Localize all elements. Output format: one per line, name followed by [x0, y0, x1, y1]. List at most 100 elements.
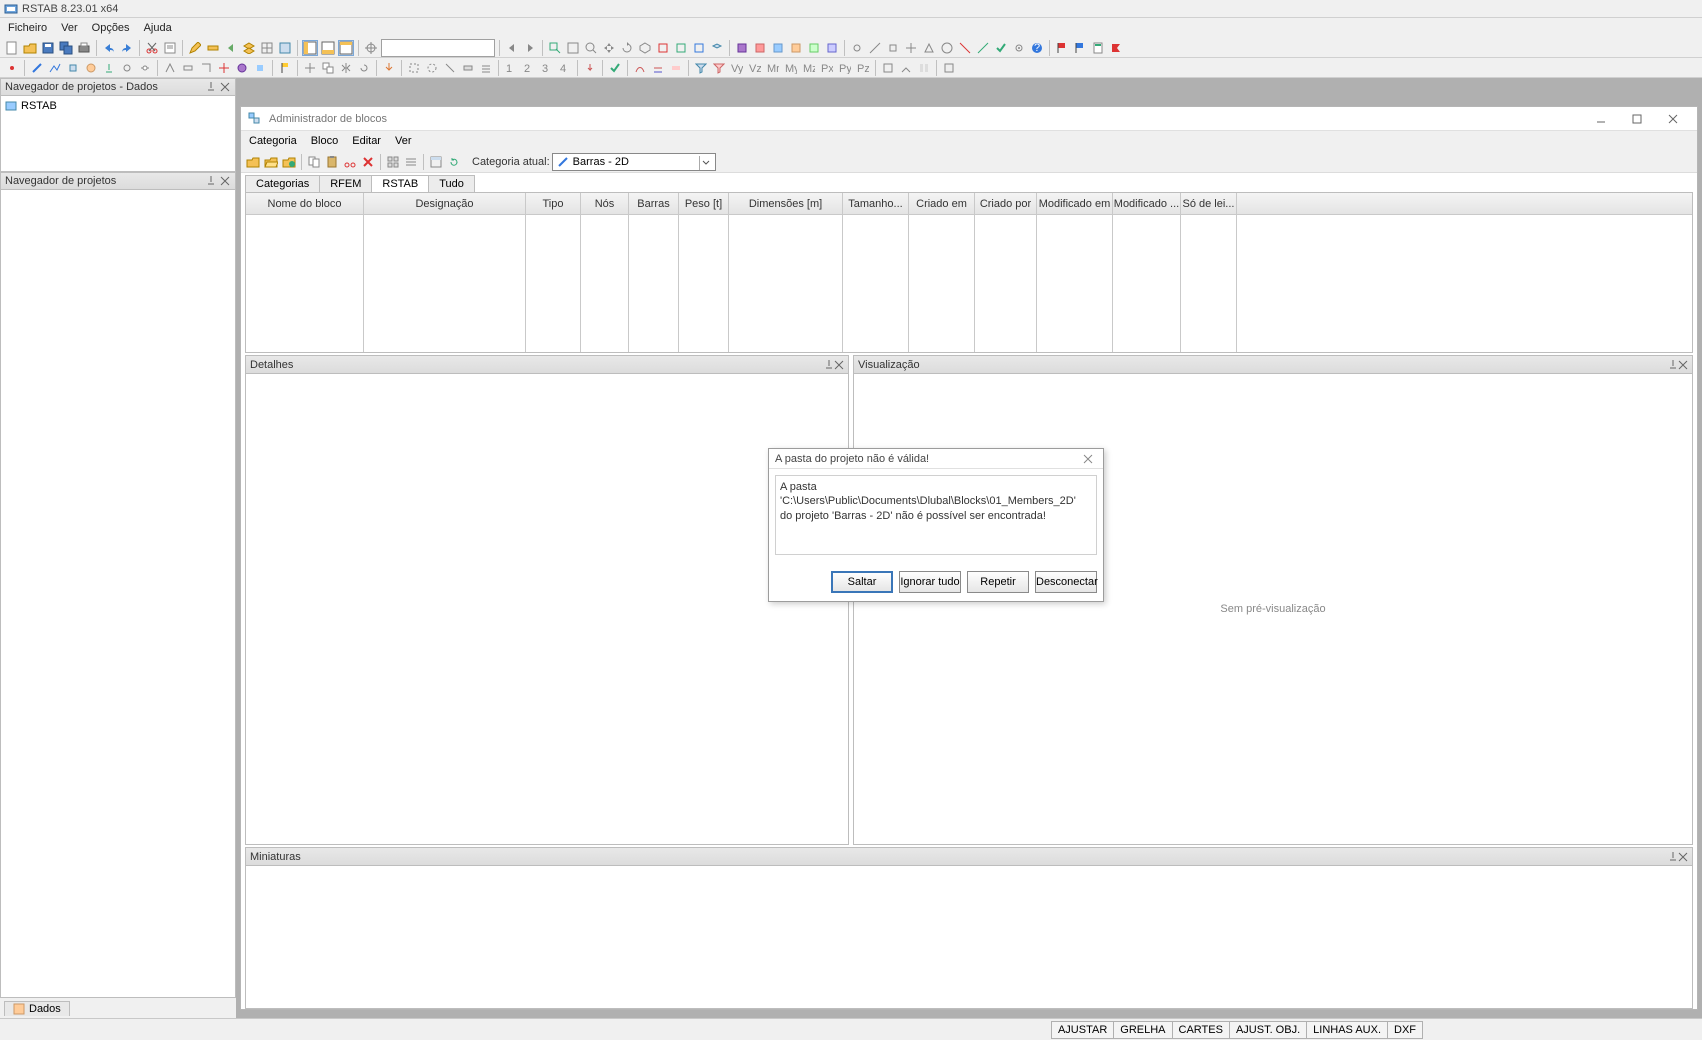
- layers-icon[interactable]: [241, 40, 257, 56]
- num-2-icon[interactable]: 2: [521, 60, 537, 76]
- sel-4-icon[interactable]: [460, 60, 476, 76]
- render-3-icon[interactable]: [770, 40, 786, 56]
- column-header[interactable]: Modificado em: [1037, 193, 1113, 214]
- pz-label-icon[interactable]: Pz: [855, 60, 871, 76]
- filter-2-icon[interactable]: [711, 60, 727, 76]
- status-ajustar[interactable]: AJUSTAR: [1051, 1021, 1114, 1039]
- close-icon[interactable]: [219, 81, 231, 93]
- snap-4-icon[interactable]: [903, 40, 919, 56]
- calc-icon[interactable]: [1090, 40, 1106, 56]
- snap-6-icon[interactable]: [939, 40, 955, 56]
- view-y-icon[interactable]: [673, 40, 689, 56]
- snap-1-icon[interactable]: [849, 40, 865, 56]
- zoom-window-icon[interactable]: [547, 40, 563, 56]
- close-button[interactable]: [1655, 109, 1691, 129]
- pin-icon[interactable]: [205, 175, 217, 187]
- origin-icon[interactable]: [363, 40, 379, 56]
- render-4-icon[interactable]: [788, 40, 804, 56]
- column-header[interactable]: Modificado ...: [1113, 193, 1181, 214]
- flag-blue-icon[interactable]: [1072, 40, 1088, 56]
- vz-label-icon[interactable]: Vz: [747, 60, 763, 76]
- close-icon[interactable]: [219, 175, 231, 187]
- menu-ver[interactable]: Ver: [61, 22, 78, 34]
- prev-arrow-icon[interactable]: [504, 40, 520, 56]
- snap-3-icon[interactable]: [885, 40, 901, 56]
- column-header[interactable]: Designação: [364, 193, 526, 214]
- column-header[interactable]: Tipo: [526, 193, 581, 214]
- copy2-icon[interactable]: [306, 154, 322, 170]
- res-1-icon[interactable]: [632, 60, 648, 76]
- view-bottom-pane-icon[interactable]: [320, 40, 336, 56]
- render-5-icon[interactable]: [806, 40, 822, 56]
- sel-1-icon[interactable]: [406, 60, 422, 76]
- retry-button[interactable]: Repetir: [967, 571, 1029, 593]
- redo-icon[interactable]: [119, 40, 135, 56]
- help-icon[interactable]: ?: [1029, 40, 1045, 56]
- print-icon[interactable]: [76, 40, 92, 56]
- flag-red-icon[interactable]: [1054, 40, 1070, 56]
- grid-icon[interactable]: [259, 40, 275, 56]
- rotate2-icon[interactable]: [356, 60, 372, 76]
- res-3-icon[interactable]: [668, 60, 684, 76]
- disconnect-button[interactable]: Desconectar: [1035, 571, 1097, 593]
- copy-icon[interactable]: [320, 60, 336, 76]
- status-linhas-aux[interactable]: LINHAS AUX.: [1306, 1021, 1388, 1039]
- view-left-pane-icon[interactable]: [302, 40, 318, 56]
- support-icon[interactable]: [101, 60, 117, 76]
- flag-icon[interactable]: [277, 60, 293, 76]
- member-icon[interactable]: [29, 60, 45, 76]
- check-green-icon[interactable]: [607, 60, 623, 76]
- close-icon[interactable]: [1079, 451, 1097, 467]
- gear-icon[interactable]: [1011, 40, 1027, 56]
- save-all-icon[interactable]: [58, 40, 74, 56]
- release-icon[interactable]: [137, 60, 153, 76]
- delete-icon[interactable]: [360, 154, 376, 170]
- rotate-icon[interactable]: [619, 40, 635, 56]
- tool-d-icon[interactable]: [216, 60, 232, 76]
- material-icon[interactable]: [83, 60, 99, 76]
- tile-icon[interactable]: [385, 154, 401, 170]
- save-icon[interactable]: [40, 40, 56, 56]
- status-ajust-obj[interactable]: AJUST. OBJ.: [1229, 1021, 1307, 1039]
- tab-rfem[interactable]: RFEM: [319, 175, 372, 192]
- mirror-icon[interactable]: [338, 60, 354, 76]
- tool-f-icon[interactable]: [252, 60, 268, 76]
- my-label-icon[interactable]: My: [783, 60, 799, 76]
- render-1-icon[interactable]: [734, 40, 750, 56]
- column-header[interactable]: Só de lei...: [1181, 193, 1237, 214]
- folder-new-icon[interactable]: [245, 154, 261, 170]
- sel-3-icon[interactable]: [442, 60, 458, 76]
- snap-5-icon[interactable]: [921, 40, 937, 56]
- status-cartes[interactable]: CARTES: [1172, 1021, 1230, 1039]
- measure-icon[interactable]: [205, 40, 221, 56]
- folder-open-icon[interactable]: [263, 154, 279, 170]
- extra-1-icon[interactable]: [880, 60, 896, 76]
- tab-dados[interactable]: Dados: [4, 1001, 70, 1016]
- next-arrow-icon[interactable]: [522, 40, 538, 56]
- column-header[interactable]: Peso [t]: [679, 193, 729, 214]
- view-table-icon[interactable]: [338, 40, 354, 56]
- column-header[interactable]: Nós: [581, 193, 629, 214]
- section-icon[interactable]: [65, 60, 81, 76]
- column-header[interactable]: Barras: [629, 193, 679, 214]
- iso-view-icon[interactable]: [637, 40, 653, 56]
- column-header[interactable]: Dimensões [m]: [729, 193, 843, 214]
- snap-7-icon[interactable]: [957, 40, 973, 56]
- column-header[interactable]: Criado em: [909, 193, 975, 214]
- mt-label-icon[interactable]: Mr: [765, 60, 781, 76]
- px-label-icon[interactable]: Px: [819, 60, 835, 76]
- close-icon[interactable]: [1678, 360, 1688, 370]
- pan-icon[interactable]: [601, 40, 617, 56]
- pin-icon[interactable]: [1668, 360, 1678, 370]
- paste-icon[interactable]: [324, 154, 340, 170]
- status-dxf[interactable]: DXF: [1387, 1021, 1423, 1039]
- block-grid[interactable]: Nome do blocoDesignaçãoTipoNósBarrasPeso…: [245, 193, 1693, 353]
- menu-ver2[interactable]: Ver: [395, 135, 412, 147]
- view-iso1-icon[interactable]: [709, 40, 725, 56]
- menu-ficheiro[interactable]: Ficheiro: [8, 22, 47, 34]
- ignore-all-button[interactable]: Ignorar tudo: [899, 571, 961, 593]
- combo-loadcase[interactable]: [381, 39, 495, 57]
- tool-c-icon[interactable]: [198, 60, 214, 76]
- pin-icon[interactable]: [205, 81, 217, 93]
- render-2-icon[interactable]: [752, 40, 768, 56]
